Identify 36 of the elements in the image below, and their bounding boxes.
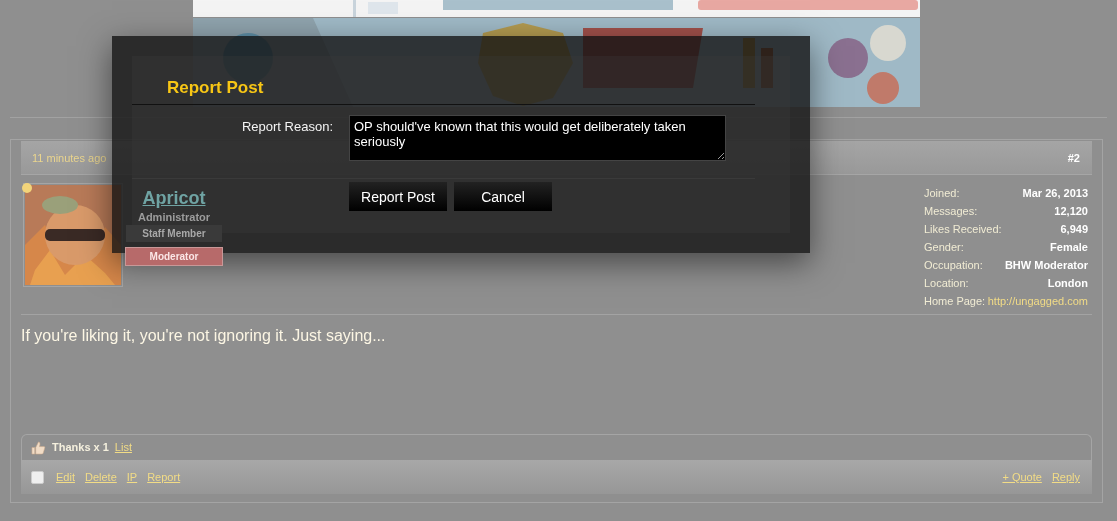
stat-value: 6,949 xyxy=(1060,223,1088,237)
post-number[interactable]: #2 xyxy=(1067,151,1080,164)
user-title: Administrator xyxy=(137,211,211,223)
post-action-link[interactable]: IP xyxy=(126,471,138,483)
dialog-button[interactable]: Cancel xyxy=(454,182,552,211)
stat-label: Occupation: xyxy=(924,259,983,273)
user-banner: Staff Member xyxy=(126,225,222,242)
post-action-link[interactable]: Delete xyxy=(84,471,117,483)
reason-field[interactable]: OP should've known that this would get deliberately taken seriously xyxy=(349,115,726,161)
post-action-link[interactable]: Reply xyxy=(1051,471,1080,483)
field-label: Report Reason: xyxy=(240,118,333,134)
post-action-link[interactable]: Edit xyxy=(56,471,75,483)
dialog-title: Report Post xyxy=(132,56,755,105)
stat-label: Messages: xyxy=(924,205,978,219)
dialog-button[interactable]: Report Post xyxy=(349,182,447,211)
homepage-link[interactable]: http://ungagged.com xyxy=(987,295,1088,309)
stat-value: London xyxy=(1047,277,1088,291)
select-checkbox[interactable] xyxy=(31,470,44,484)
username-link[interactable]: Apricot xyxy=(142,188,206,209)
stat-label: Gender: xyxy=(924,241,964,255)
likes-list-link[interactable]: List xyxy=(114,441,132,454)
stat-value: BHW Moderator xyxy=(1004,259,1088,273)
stat-label: Home Page: xyxy=(924,295,986,309)
stat-value: Mar 26, 2013 xyxy=(1022,187,1088,201)
stat-value: 12,120 xyxy=(1054,205,1088,219)
stat-label: Location: xyxy=(924,277,969,291)
stat-value: Female xyxy=(1050,241,1088,255)
post-message: If you're liking it, you're not ignoring it. Just saying... xyxy=(21,314,1092,434)
post-action-link[interactable]: Report xyxy=(147,471,181,483)
post-action-link[interactable]: + Quote xyxy=(1002,471,1042,483)
likes-summary: Thanks x 1 xyxy=(52,441,109,454)
user-banner: Moderator xyxy=(125,247,223,266)
stat-label: Joined: xyxy=(924,187,960,201)
stat-label: Likes Received: xyxy=(924,223,1002,237)
thumbs-up-icon xyxy=(31,439,46,455)
post-time: 11 minutes ago xyxy=(32,151,107,164)
